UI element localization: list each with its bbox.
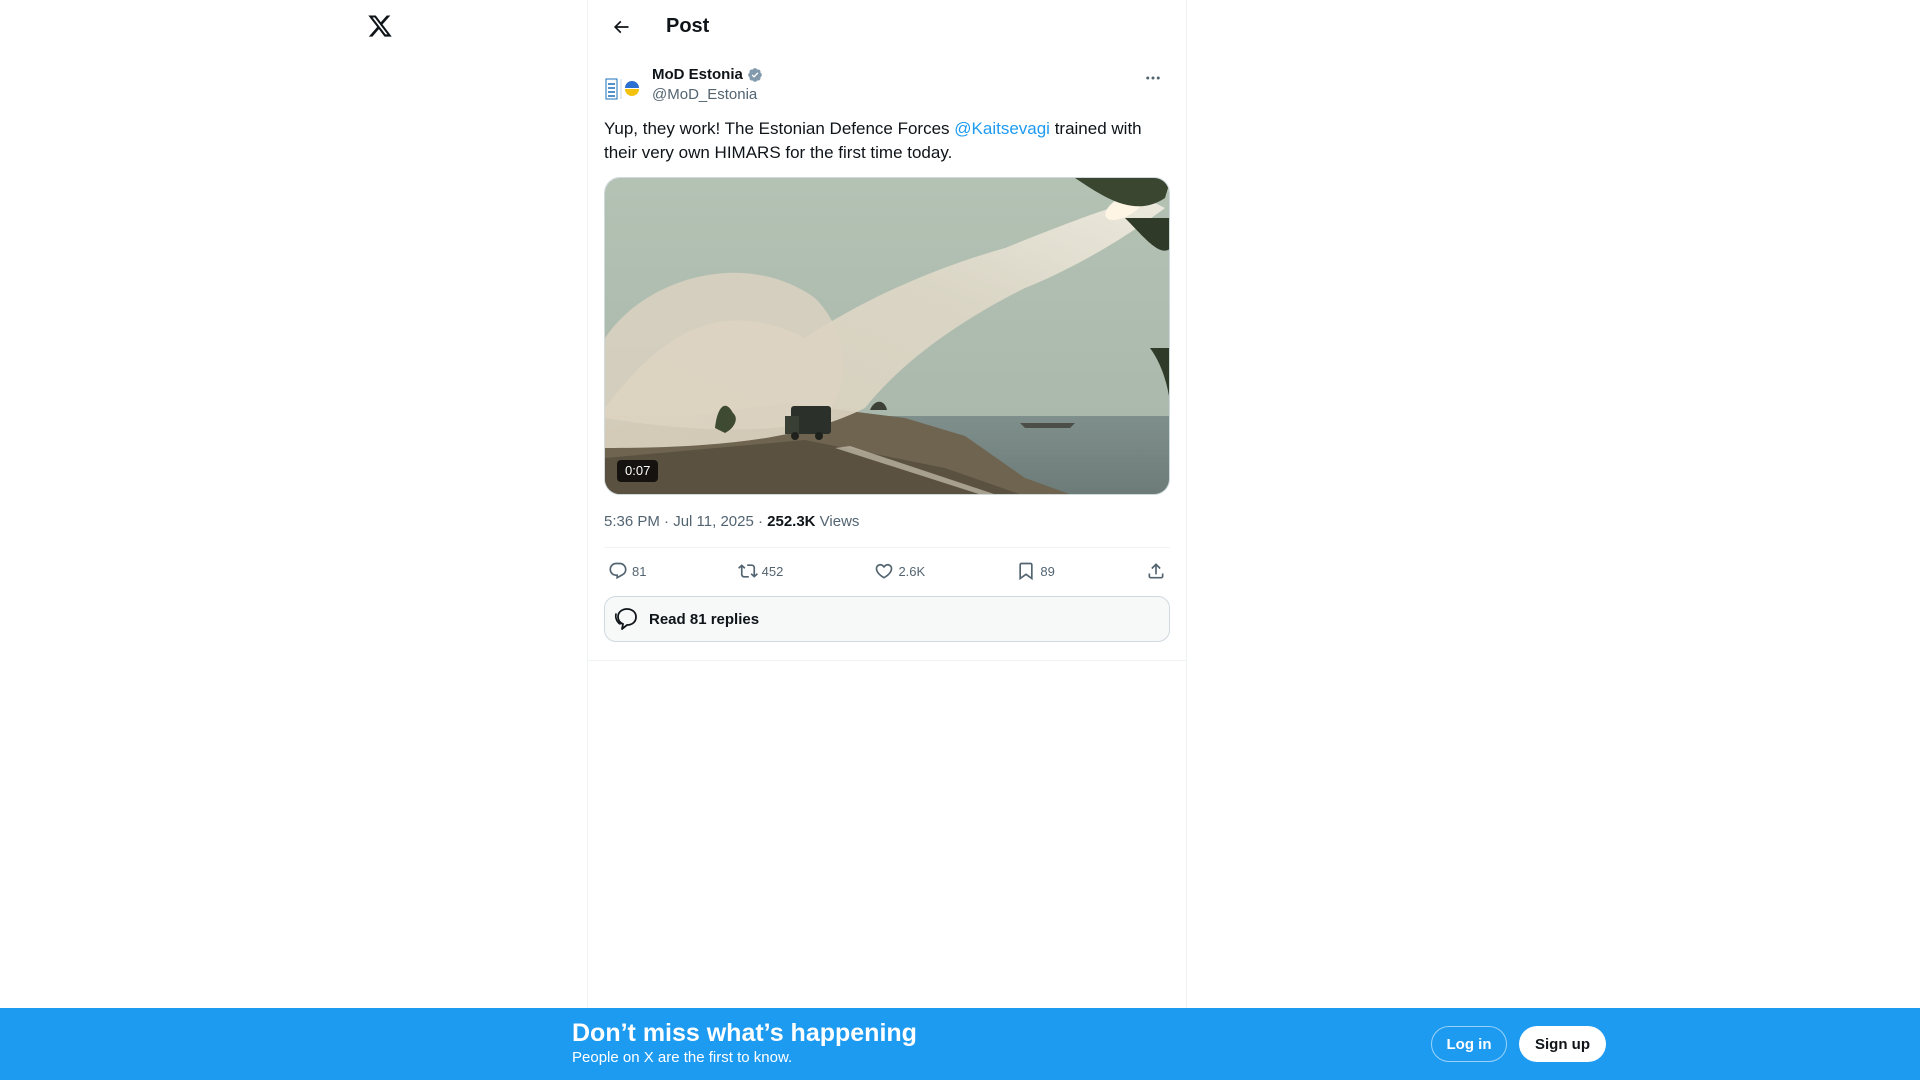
avatar[interactable] bbox=[604, 69, 644, 109]
post-text-part: Yup, they work! The Estonian Defence For… bbox=[604, 119, 955, 138]
video-duration: 0:07 bbox=[617, 460, 659, 482]
like-button[interactable]: 2.6K bbox=[874, 561, 925, 581]
repost-button[interactable]: 452 bbox=[737, 561, 784, 581]
name-line: MoD Estonia bbox=[652, 65, 763, 85]
post-text: Yup, they work! The Estonian Defence For… bbox=[604, 117, 1170, 165]
x-logo-icon[interactable] bbox=[364, 10, 396, 42]
share-icon bbox=[1148, 563, 1164, 579]
reply-count: 81 bbox=[632, 563, 647, 579]
banner-subtitle: People on X are the first to know. bbox=[572, 1049, 793, 1066]
read-replies-label: Read 81 replies bbox=[649, 610, 760, 628]
verified-badge-icon[interactable] bbox=[747, 67, 763, 83]
signup-button[interactable]: Sign up bbox=[1519, 1026, 1606, 1062]
back-arrow-icon bbox=[613, 20, 629, 33]
video-player[interactable]: 0:07 bbox=[604, 177, 1170, 495]
repost-icon bbox=[737, 564, 758, 578]
page-header: Post bbox=[588, 0, 1186, 53]
divider bbox=[588, 660, 1186, 661]
repost-count: 452 bbox=[761, 563, 784, 579]
like-icon bbox=[876, 563, 893, 579]
banner-title: Don’t miss what’s happening bbox=[572, 1019, 917, 1047]
bookmark-icon bbox=[1019, 562, 1034, 581]
post: MoD Estonia @MoD_Estonia Yup, they work!… bbox=[588, 53, 1186, 642]
more-icon bbox=[1146, 76, 1160, 80]
author-row: MoD Estonia @MoD_Estonia bbox=[604, 65, 1170, 105]
read-replies-button[interactable]: Read 81 replies bbox=[604, 596, 1170, 642]
reply-icon bbox=[609, 562, 627, 580]
video-thumbnail bbox=[605, 178, 1169, 494]
author-name[interactable]: MoD Estonia bbox=[652, 65, 743, 85]
signup-banner: Don’t miss what’s happening People on X … bbox=[0, 1008, 1920, 1080]
avatar-crest-icon bbox=[605, 78, 639, 100]
share-button[interactable] bbox=[1146, 561, 1166, 581]
back-button[interactable] bbox=[604, 10, 638, 44]
chat-bubbles-icon bbox=[614, 608, 637, 630]
mention-link[interactable]: @Kaitsevagi bbox=[954, 119, 1050, 138]
bookmark-button[interactable]: 89 bbox=[1016, 561, 1055, 581]
left-nav bbox=[352, 0, 586, 1008]
bookmark-count: 89 bbox=[1040, 563, 1055, 579]
post-time[interactable]: 5:36 PM · Jul 11, 2025 · bbox=[604, 513, 767, 530]
views-count: 252.3K bbox=[767, 513, 816, 530]
like-count: 2.6K bbox=[898, 563, 926, 579]
banner-text: Don’t miss what’s happening People on X … bbox=[572, 1018, 917, 1067]
post-column: Post MoD Estonia @MoD_Estonia Yup, they … bbox=[587, 0, 1187, 1008]
author-meta: MoD Estonia @MoD_Estonia bbox=[652, 65, 763, 105]
post-meta: 5:36 PM · Jul 11, 2025 · 252.3K Views bbox=[604, 512, 1170, 532]
author-handle[interactable]: @MoD_Estonia bbox=[652, 85, 763, 105]
reply-button[interactable]: 81 bbox=[608, 561, 646, 581]
page-title: Post bbox=[666, 15, 710, 37]
action-bar: 81 452 2.6K 89 bbox=[604, 548, 1170, 594]
login-button[interactable]: Log in bbox=[1431, 1026, 1507, 1062]
more-button[interactable] bbox=[1136, 61, 1170, 95]
views-label: Views bbox=[815, 513, 860, 530]
